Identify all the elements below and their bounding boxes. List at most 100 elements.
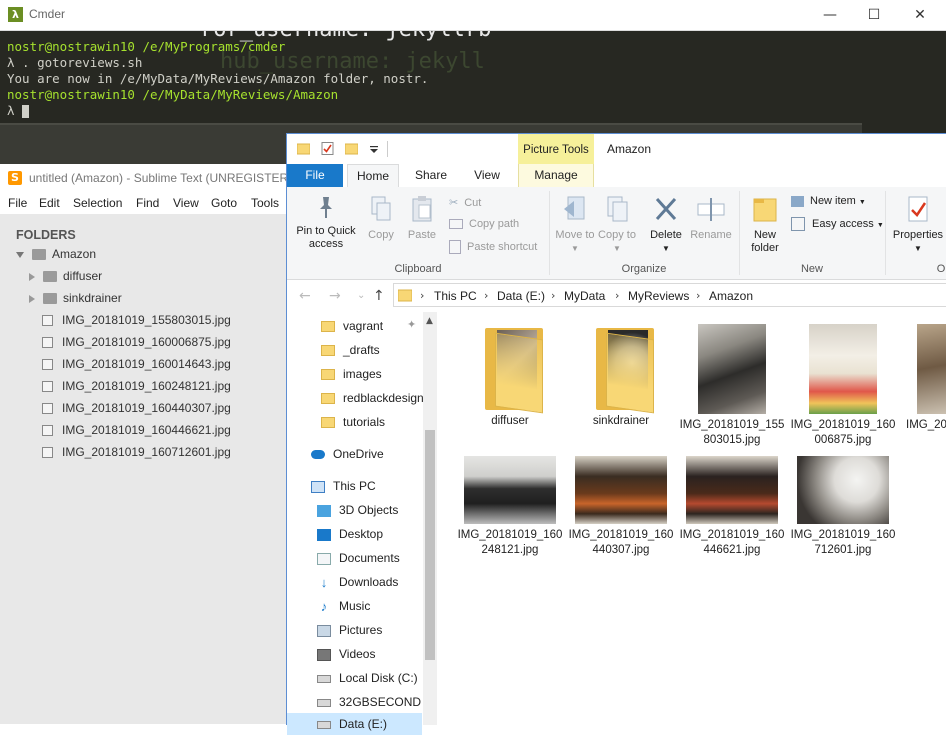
copy-path-button[interactable]: Copy path [449, 218, 519, 230]
nav-item-3d-objects[interactable]: 3D Objects [317, 499, 398, 521]
folders-header: FOLDERS [16, 228, 76, 242]
breadcrumb-amazon[interactable]: Amazon [709, 289, 753, 303]
new-folder-button[interactable]: New folder [745, 195, 785, 255]
nav-item-desktop[interactable]: Desktop [317, 523, 383, 545]
file-label: IMG_20181019_160014643.jpg [62, 357, 231, 371]
file-item-image[interactable]: IMG_20181019_160440307.jpg [568, 456, 674, 558]
tab-share[interactable]: Share [409, 164, 453, 187]
cut-button[interactable]: ✂ Cut [449, 196, 481, 209]
file-item-image[interactable]: IMG_20181019_160446621.jpg [679, 456, 785, 558]
tree-folder-sinkdrainer[interactable]: sinkdrainer [29, 291, 122, 313]
sublime-titlebar[interactable]: S untitled (Amazon) - Sublime Text (UNRE… [0, 164, 309, 192]
nav-item-local-disk-c[interactable]: Local Disk (C:) [317, 667, 418, 689]
tree-file[interactable]: IMG_20181019_160712601.jpg [42, 445, 231, 467]
nav-item-redblackdesign[interactable]: redblackdesign [321, 387, 424, 409]
terminal-prompt[interactable]: λ [7, 103, 30, 118]
nav-scrollbar[interactable]: ▲ [423, 312, 437, 725]
chevron-right-icon [29, 272, 35, 281]
tree-folder-diffuser[interactable]: diffuser [29, 269, 102, 291]
nav-item-pictures[interactable]: Pictures [317, 619, 382, 641]
tab-home[interactable]: Home [347, 164, 399, 188]
nav-item-this-pc[interactable]: This PC [311, 475, 376, 497]
menu-selection[interactable]: Selection [73, 196, 122, 210]
cmder-titlebar[interactable]: λ Cmder — ☐ ✕ [0, 0, 946, 31]
tree-file[interactable]: IMG_20181019_160248121.jpg [42, 379, 231, 401]
file-item-image[interactable]: IMG_20181019_155803015.jpg [679, 324, 785, 448]
folder-icon [43, 293, 57, 305]
nav-item-tutorials[interactable]: tutorials [321, 411, 385, 433]
menu-edit[interactable]: Edit [39, 196, 60, 210]
pin-icon[interactable]: ✦ [407, 318, 416, 331]
file-item-sinkdrainer[interactable]: sinkdrainer [568, 324, 674, 429]
music-note-icon: ♪ [320, 598, 328, 614]
paste-button[interactable]: Paste [403, 195, 441, 242]
file-item-image[interactable]: IMG_20181019_160248121.jpg [457, 456, 563, 558]
chevron-down-icon[interactable]: ⌄ [357, 290, 365, 301]
breadcrumb-this-pc[interactable]: This PC [434, 289, 477, 303]
text-cursor [22, 105, 30, 118]
new-item-button[interactable]: New item ▼ [791, 195, 866, 207]
tab-view[interactable]: View [465, 164, 509, 187]
scrollbar-thumb[interactable] [425, 430, 435, 660]
menu-tools[interactable]: Tools [251, 196, 279, 210]
back-arrow-icon[interactable]: ← [299, 288, 311, 304]
menu-file[interactable]: File [8, 196, 27, 210]
nav-item-onedrive[interactable]: OneDrive [311, 443, 384, 465]
breadcrumb-mydata[interactable]: MyData [564, 289, 605, 303]
file-item-image[interactable]: IMG_20181019_160006875.jpg [790, 324, 896, 448]
breadcrumb-myreviews[interactable]: MyReviews [628, 289, 689, 303]
paste-shortcut-button[interactable]: Paste shortcut [449, 240, 537, 254]
tab-manage[interactable]: Manage [518, 164, 594, 187]
maximize-button[interactable]: ☐ [851, 0, 897, 30]
menu-view[interactable]: View [173, 196, 199, 210]
file-item-image[interactable]: IMG_20181019_160014 [901, 324, 946, 433]
address-input[interactable]: › This PC › Data (E:) › MyData › MyRevie… [393, 283, 946, 307]
tree-file[interactable]: IMG_20181019_160440307.jpg [42, 401, 231, 423]
file-item-image[interactable]: IMG_20181019_160712601.jpg [790, 456, 896, 558]
tree-folder-amazon[interactable]: Amazon [16, 247, 96, 269]
explorer-titlebar[interactable]: Picture Tools Amazon [287, 134, 946, 164]
copy-to-button[interactable]: Copy to ▼ [597, 195, 637, 255]
file-item-diffuser[interactable]: diffuser [457, 324, 563, 429]
breadcrumb-data-e[interactable]: Data (E:) [497, 289, 545, 303]
move-to-button[interactable]: Move to ▼ [555, 195, 595, 255]
up-arrow-icon[interactable]: ↑ [373, 288, 385, 304]
rename-button[interactable]: Rename [689, 195, 733, 242]
tree-file[interactable]: IMG_20181019_160006875.jpg [42, 335, 231, 357]
pin-quick-access-button[interactable]: Pin to Quick access [293, 195, 359, 251]
new-folder-icon[interactable] [345, 142, 358, 155]
nav-item-documents[interactable]: Documents [317, 547, 400, 569]
tab-file[interactable]: File [287, 164, 343, 187]
file-label: IMG_20181019_160006875.jpg [790, 419, 896, 446]
image-thumbnail [917, 324, 946, 414]
properties-button[interactable]: Properties ▼ [889, 195, 946, 255]
copy-button[interactable]: Copy [363, 195, 399, 242]
properties-check-icon[interactable] [321, 142, 334, 155]
close-button[interactable]: ✕ [897, 0, 943, 30]
menu-goto[interactable]: Goto [211, 196, 237, 210]
nav-item-images[interactable]: images [321, 363, 382, 385]
folder-label: diffuser [63, 269, 103, 283]
menu-find[interactable]: Find [136, 196, 159, 210]
customize-dropdown-icon[interactable] [369, 142, 379, 155]
nav-item-downloads[interactable]: ↓ Downloads [317, 571, 399, 593]
nav-item-vagrant[interactable]: vagrant [321, 315, 383, 337]
nav-item-videos[interactable]: Videos [317, 643, 375, 665]
tree-file[interactable]: IMG_20181019_160446621.jpg [42, 423, 231, 445]
nav-item-32gbsecond[interactable]: 32GBSECOND ( [317, 691, 428, 713]
delete-button[interactable]: Delete ▼ [645, 195, 687, 255]
scroll-up-icon[interactable]: ▲ [426, 316, 433, 326]
chevron-down-icon: ▼ [571, 244, 579, 253]
tree-file[interactable]: IMG_20181019_160014643.jpg [42, 357, 231, 379]
nav-label: Documents [339, 551, 400, 565]
nav-item-data-e[interactable]: Data (E:) [287, 713, 422, 735]
nav-item-drafts[interactable]: _drafts [321, 339, 380, 361]
nav-item-music[interactable]: ♪ Music [317, 595, 371, 617]
explorer-window: Picture Tools Amazon File Home Share Vie… [286, 133, 946, 735]
folder-icon [479, 324, 543, 414]
forward-arrow-icon[interactable]: → [329, 288, 341, 304]
easy-access-button[interactable]: Easy access ▼ [791, 217, 884, 231]
tree-file[interactable]: IMG_20181019_155803015.jpg [42, 313, 231, 335]
minimize-button[interactable]: — [807, 0, 853, 30]
folder-icon [43, 271, 57, 283]
